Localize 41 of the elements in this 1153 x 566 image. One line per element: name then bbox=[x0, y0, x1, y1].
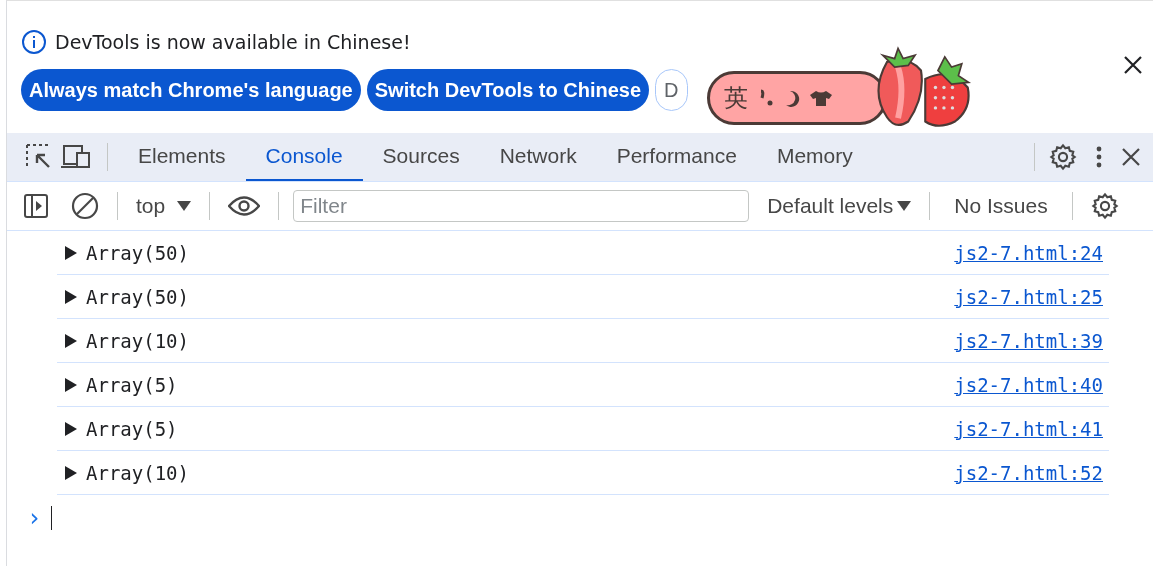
expand-icon[interactable] bbox=[65, 465, 77, 480]
prompt-mark: › bbox=[27, 504, 42, 532]
shirt-icon[interactable] bbox=[810, 90, 832, 106]
source-link[interactable]: js2-7.html:40 bbox=[954, 373, 1103, 396]
log-message: Array(10) bbox=[86, 461, 189, 484]
language-button[interactable]: Switch DevTools to Chinese bbox=[366, 69, 650, 111]
log-message: Array(10) bbox=[86, 329, 189, 352]
log-message: Array(50) bbox=[86, 241, 189, 264]
source-link[interactable]: js2-7.html:41 bbox=[954, 417, 1103, 440]
panel-tab[interactable]: Elements bbox=[118, 133, 246, 181]
expand-icon[interactable] bbox=[65, 333, 77, 348]
expand-icon[interactable] bbox=[65, 377, 77, 392]
levels-dropdown[interactable]: Default levels bbox=[753, 194, 916, 218]
panel-tab[interactable]: Network bbox=[479, 133, 597, 181]
moon-icon[interactable] bbox=[784, 89, 800, 107]
panel-tab[interactable]: Console bbox=[245, 133, 363, 181]
expand-icon[interactable] bbox=[65, 289, 77, 304]
log-message: Array(5) bbox=[86, 417, 178, 440]
text-cursor bbox=[51, 506, 53, 530]
info-icon bbox=[21, 29, 47, 55]
dismiss-button[interactable]: D bbox=[655, 69, 688, 111]
log-message: Array(5) bbox=[86, 373, 178, 396]
log-message: Array(50) bbox=[86, 285, 189, 308]
issues-label: No Issues bbox=[953, 194, 1049, 218]
source-link[interactable]: js2-7.html:52 bbox=[954, 461, 1103, 484]
filter-field[interactable]: Filter bbox=[293, 190, 750, 222]
info-message: DevTools is now available in Chinese! bbox=[55, 31, 411, 53]
ime-mode[interactable]: 英 bbox=[724, 82, 748, 114]
source-link[interactable]: js2-7.html:24 bbox=[954, 241, 1103, 264]
punctuation-icon[interactable] bbox=[758, 89, 774, 107]
caret-icon bbox=[177, 201, 192, 211]
expand-icon[interactable] bbox=[65, 421, 77, 436]
language-button[interactable]: Always match Chrome's language bbox=[21, 69, 361, 111]
expand-icon[interactable] bbox=[65, 245, 77, 260]
panel-tab[interactable]: Performance bbox=[596, 133, 757, 181]
panel-tab[interactable]: Sources bbox=[362, 133, 480, 181]
panel-tab[interactable]: Memory bbox=[756, 133, 873, 181]
source-link[interactable]: js2-7.html:25 bbox=[954, 285, 1103, 308]
caret-icon bbox=[897, 201, 912, 211]
context-dropdown[interactable]: top bbox=[132, 194, 196, 218]
source-link[interactable]: js2-7.html:39 bbox=[954, 329, 1103, 352]
